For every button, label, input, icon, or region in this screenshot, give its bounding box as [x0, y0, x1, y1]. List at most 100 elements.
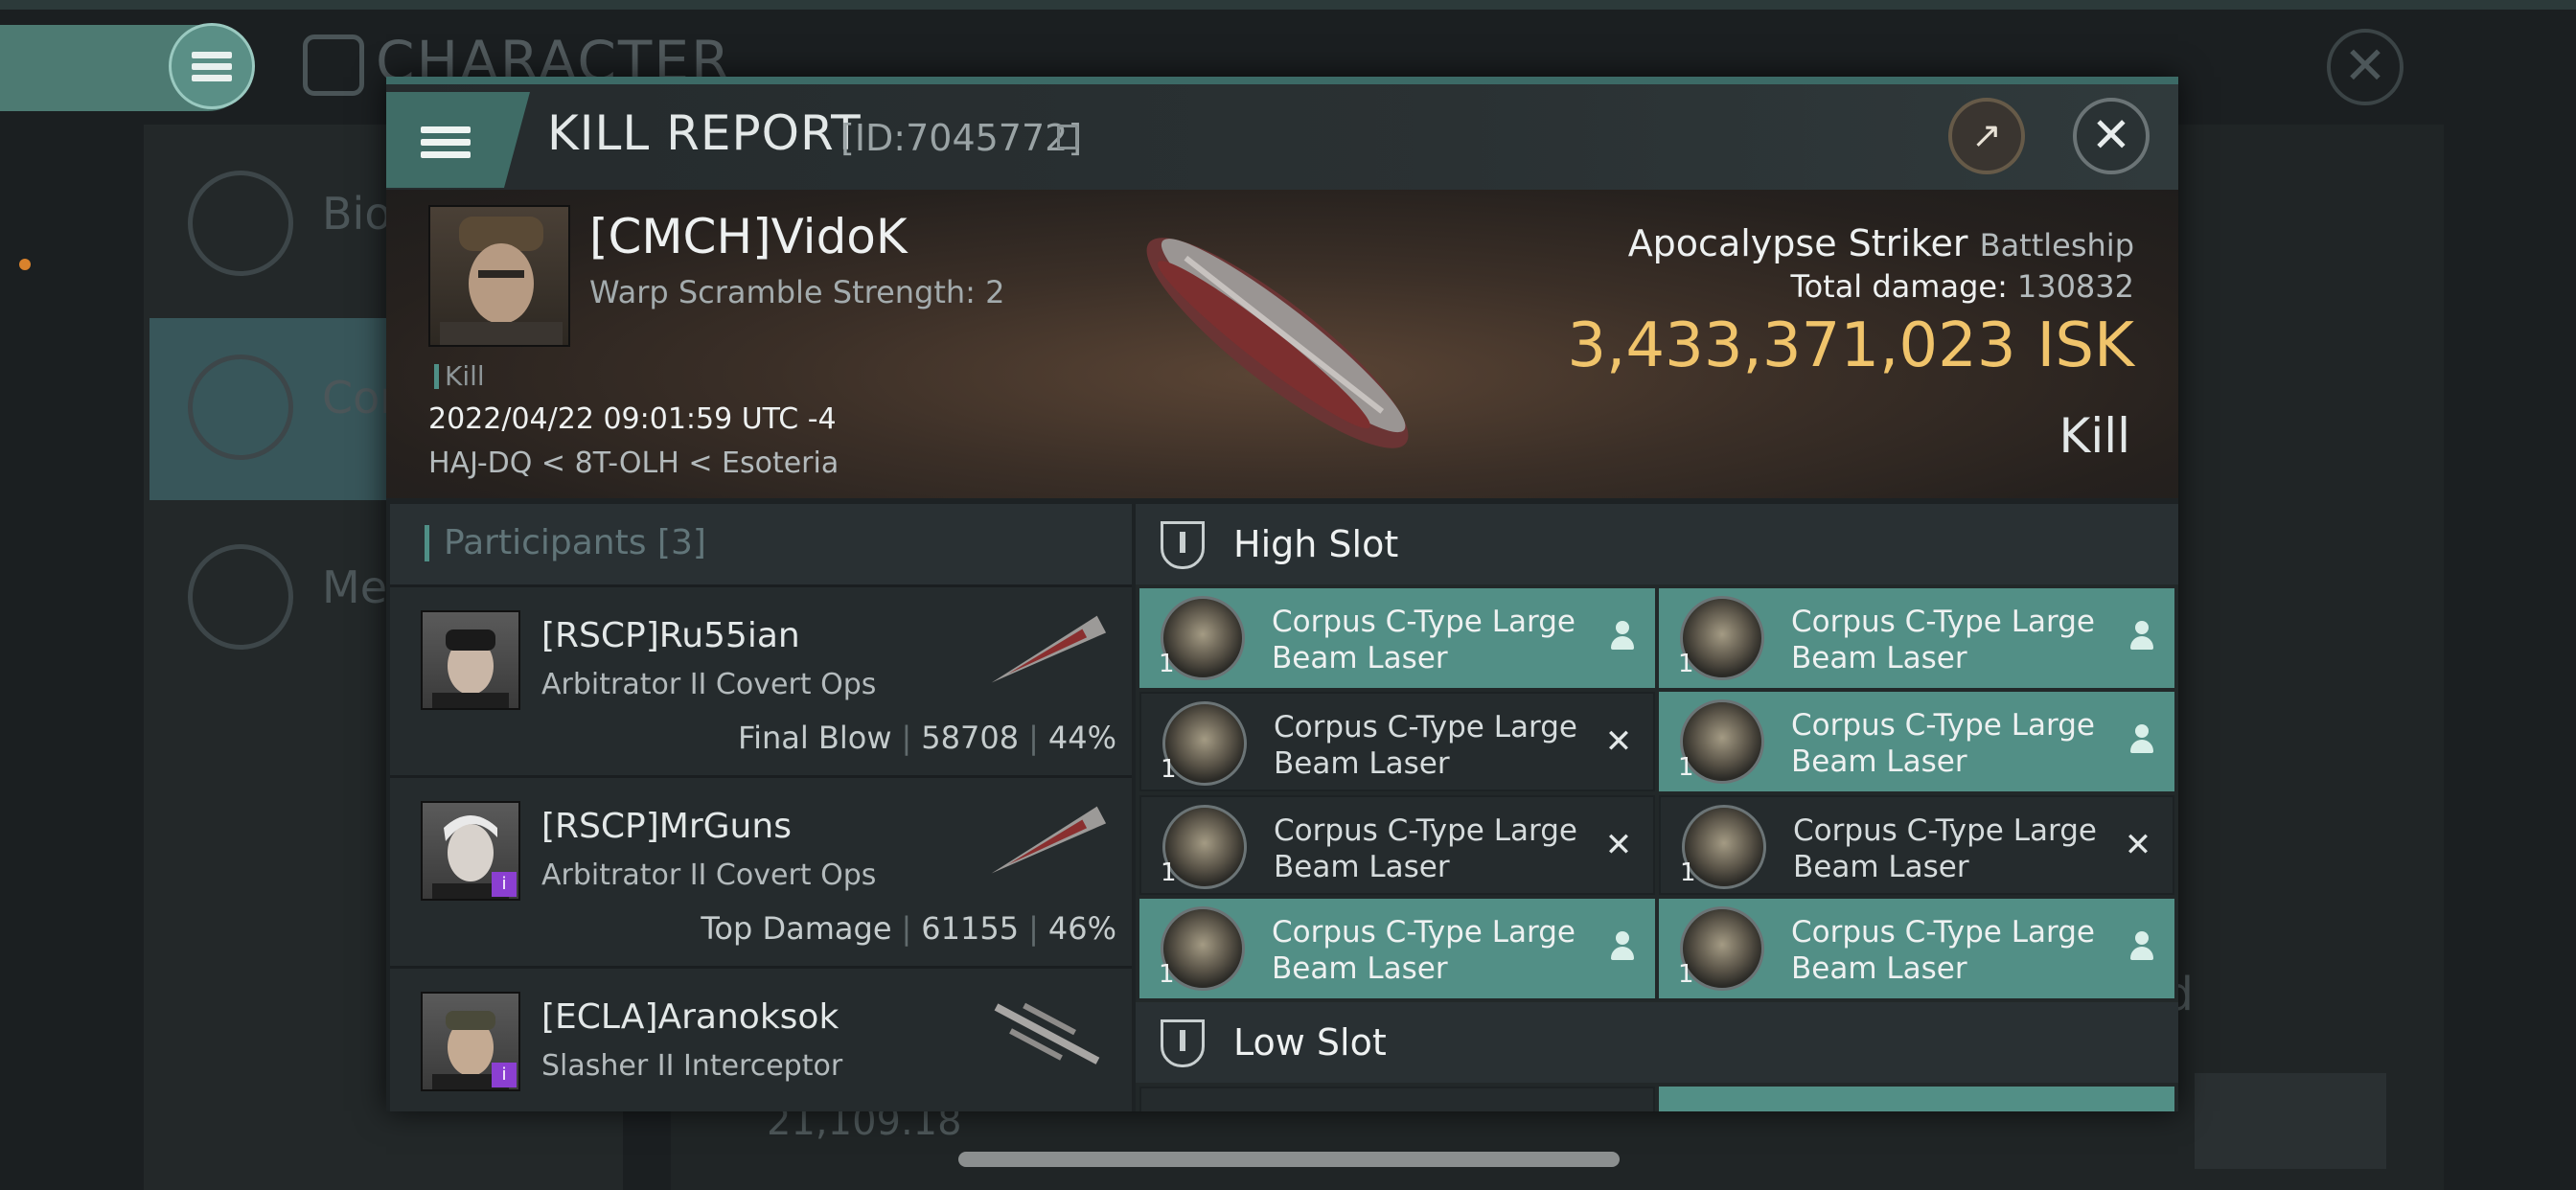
home-indicator[interactable] [958, 1152, 1620, 1167]
destroyed-x-icon: ✕ [1604, 826, 1633, 864]
participant-ship: Slasher II Interceptor [541, 1049, 843, 1083]
destroyed-x-icon: ✕ [1604, 722, 1633, 761]
ship-render [1146, 238, 1409, 448]
module-quantity: 1 [1161, 755, 1177, 784]
participant-stats: Top Damage | 61155 | 46% [701, 910, 1116, 947]
participant-row[interactable]: i [ECLA]Aranoksok Slasher II Interceptor [390, 966, 1132, 1111]
participant-damage: 61155 [921, 910, 1020, 947]
person-icon [1609, 621, 1636, 653]
ship-class: Battleship [1979, 227, 2134, 263]
person-icon [2128, 621, 2155, 653]
participant-name: [RSCP]MrGuns [541, 807, 792, 846]
participant-ship: Arbitrator II Covert Ops [541, 858, 877, 892]
kill-report-id: [ID:7045772] [840, 117, 1083, 159]
close-button[interactable]: ✕ [2073, 98, 2150, 174]
module-quantity: 1 [1161, 858, 1177, 887]
module-item[interactable]: 1 Corpus C-Type Large Beam Laser [1139, 899, 1655, 998]
module-name: Corpus C-Type Large Beam Laser [1793, 813, 2097, 884]
participant-row[interactable]: i [RSCP]MrGuns Arbitrator II Covert Ops … [390, 775, 1132, 966]
participant-role: Top Damage [701, 910, 892, 947]
kill-location[interactable]: HAJ-DQ < 8T-OLH < Esoteria [428, 446, 839, 480]
main-menu-button[interactable] [169, 23, 255, 109]
high-slot-header[interactable]: High Slot [1136, 504, 2178, 584]
ship-name[interactable]: Apocalypse Striker [1628, 222, 1968, 264]
copy-icon[interactable] [1057, 125, 1078, 149]
kill-datetime: 2022/04/22 09:01:59 UTC -4 [428, 402, 837, 436]
module-item[interactable]: 1 Corpus C-Type Large Beam Laser ✕ [1139, 692, 1655, 791]
low-slot-icon [1161, 1019, 1205, 1067]
participant-row[interactable]: [RSCP]Ru55ian Arbitrator II Covert Ops F… [390, 584, 1132, 775]
hamburger-icon [421, 121, 471, 164]
ship-info: Apocalypse Striker Battleship [1628, 222, 2134, 264]
module-name: Corpus C-Type Large Beam Laser [1274, 710, 1577, 781]
module-quantity: 1 [1159, 960, 1175, 989]
page-close-button[interactable]: ✕ [2327, 29, 2404, 105]
avatar [421, 610, 520, 710]
filter-button[interactable] [2195, 1073, 2386, 1169]
victim-name[interactable]: [CMCH]VidoK [589, 209, 908, 264]
ship-render [991, 806, 1107, 874]
hamburger-icon [192, 47, 232, 86]
module-item[interactable]: 1 Corpus C-Type Large Beam Laser [1139, 588, 1655, 688]
module-name: Corpus C-Type Large Beam Laser [1791, 605, 2095, 675]
module-item[interactable]: 1 Corpus C-Type Large Beam Laser ✕ [1139, 795, 1655, 895]
external-link-icon: ↗ [1971, 114, 2002, 156]
module-name: Corpus C-Type Large Beam Laser [1272, 605, 1576, 675]
high-slot-icon [1161, 521, 1205, 569]
kill-report-window: KILL REPORT [ID:7045772] ↗ ✕ [CMCH]VidoK… [386, 77, 2178, 1111]
kill-report-title: KILL REPORT [547, 105, 862, 161]
module-item[interactable] [1659, 1087, 2174, 1111]
kill-tag: Kill [434, 360, 485, 392]
participant-ship: Arbitrator II Covert Ops [541, 668, 877, 701]
total-damage-value: 130832 [2016, 268, 2134, 305]
participant-stats: Final Blow | 58708 | 44% [738, 720, 1116, 756]
ship-render [994, 1002, 1100, 1064]
participants-header[interactable]: Participants [3] [390, 504, 1132, 584]
share-button[interactable]: ↗ [1948, 98, 2025, 174]
result-label: Kill [2058, 408, 2130, 464]
participant-percent: 44% [1047, 720, 1116, 756]
ship-render [991, 615, 1107, 683]
total-damage-label: Total damage: [1790, 268, 2008, 305]
victim-portrait[interactable] [428, 205, 570, 347]
module-name: Corpus C-Type Large Beam Laser [1791, 708, 2095, 779]
sidebar-item-label: Bio [322, 188, 392, 240]
isk-amount: 3,433,371,023 [1567, 310, 2016, 381]
total-damage: Total damage: 130832 [1790, 268, 2134, 305]
star-icon [188, 544, 293, 650]
participants-panel: Participants [3] [RSCP]Ru55ian Arbitrato… [390, 504, 1132, 1111]
module-quantity: 1 [1678, 960, 1694, 989]
module-quantity: 1 [1678, 753, 1694, 782]
low-slot-title: Low Slot [1233, 1021, 1387, 1064]
header-accent [425, 525, 429, 561]
crossed-swords-icon [188, 355, 293, 460]
module-quantity: 1 [1680, 858, 1696, 887]
module-item[interactable]: 1 Corpus C-Type Large Beam Laser [1659, 692, 2174, 791]
participant-percent: 46% [1047, 910, 1116, 947]
module-quantity: 1 [1159, 650, 1175, 678]
person-icon [2128, 931, 2155, 964]
destroyed-x-icon: ✕ [2124, 826, 2152, 864]
isk-unit: ISK [2036, 310, 2134, 381]
module-item[interactable]: 1 Corpus C-Type Large Beam Laser [1659, 588, 2174, 688]
character-icon [303, 34, 364, 96]
module-item[interactable] [1139, 1087, 1655, 1111]
low-slot-header[interactable]: Low Slot [1136, 1002, 2178, 1083]
module-quantity: 1 [1678, 650, 1694, 678]
top-bar [0, 0, 2576, 10]
high-slot-title: High Slot [1233, 523, 1399, 565]
badge-icon: i [492, 1063, 517, 1087]
victim-banner: [CMCH]VidoK Warp Scramble Strength: 2 Ki… [386, 190, 2178, 498]
participant-role: Final Blow [738, 720, 892, 756]
fitting-panel: High Slot 1 Corpus C-Type Large Beam Las… [1136, 504, 2178, 1111]
participant-damage: 58708 [921, 720, 1020, 756]
warp-scramble-strength: Warp Scramble Strength: 2 [589, 274, 1005, 310]
module-item[interactable]: 1 Corpus C-Type Large Beam Laser [1659, 899, 2174, 998]
notification-dot [19, 259, 31, 270]
avatar: i [421, 992, 520, 1091]
module-name: Corpus C-Type Large Beam Laser [1274, 813, 1577, 884]
module-item[interactable]: 1 Corpus C-Type Large Beam Laser ✕ [1659, 795, 2174, 895]
participant-name: [ECLA]Aranoksok [541, 997, 840, 1037]
participants-title: Participants [3] [444, 523, 706, 562]
list-icon [188, 171, 293, 276]
